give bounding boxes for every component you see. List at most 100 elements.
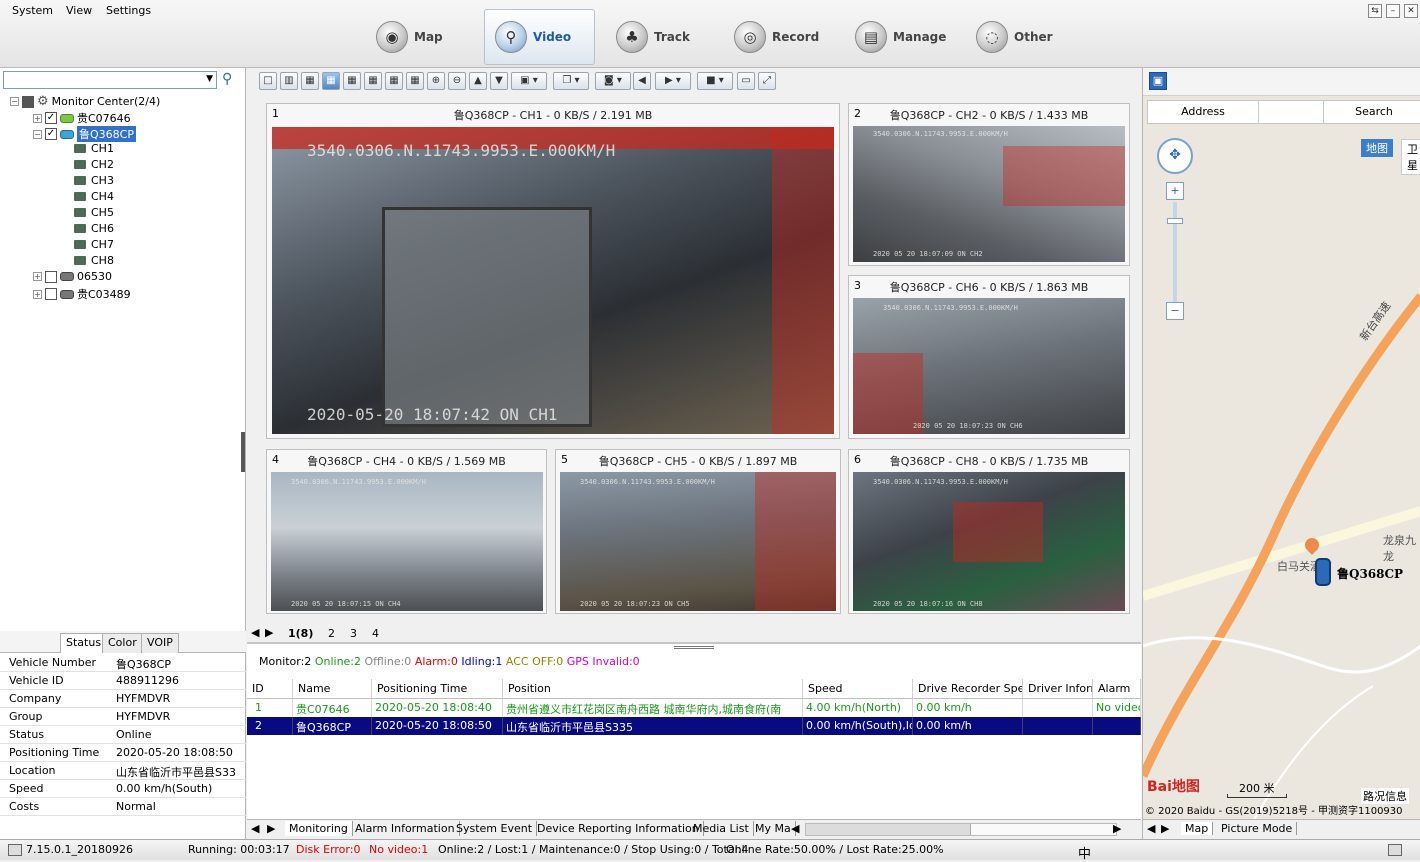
column-header[interactable]: ID (247, 679, 293, 699)
zoom-out-icon[interactable]: ⊖ (448, 72, 466, 90)
search-button[interactable]: Search (1324, 105, 1420, 118)
checkbox[interactable]: ✓ (45, 112, 57, 124)
zoom-slider-thumb[interactable] (1167, 218, 1183, 224)
tab-picture-mode[interactable]: Picture Mode (1217, 822, 1298, 835)
count-gps-invalid[interactable]: GPS Invalid:0 (567, 655, 640, 668)
expand-icon[interactable]: + (33, 113, 42, 123)
layout-9-icon[interactable]: ▦ (364, 72, 382, 90)
minimize-icon[interactable]: – (1386, 4, 1400, 18)
tab-page-3[interactable]: 3 (345, 626, 362, 641)
tab-monitoring[interactable]: Monitoring (285, 821, 353, 836)
nav-record-button[interactable]: ◎ Record (724, 9, 829, 65)
column-header[interactable]: Position (503, 679, 803, 699)
tray-icon[interactable] (1388, 844, 1402, 856)
tree-channel[interactable]: CH7 (74, 238, 114, 251)
layout-8-icon[interactable]: ▦ (343, 72, 361, 90)
snapshot-camera-icon[interactable]: ◙ ▾ (595, 72, 631, 90)
save-icon[interactable]: ▣ (1149, 72, 1167, 90)
tab-status[interactable]: Status (60, 633, 108, 653)
horizontal-scrollbar[interactable] (805, 823, 1117, 836)
tree-channel[interactable]: CH6 (74, 222, 114, 235)
fullscreen-icon[interactable]: ⤢ (758, 72, 776, 90)
window-dropdown-icon[interactable]: ❐ ▾ (553, 72, 589, 90)
layout-4-icon[interactable]: ▦ (301, 72, 319, 90)
column-header[interactable]: Positioning Time (372, 679, 503, 699)
map-canvas[interactable] (1143, 126, 1420, 839)
tab-scroll-icon[interactable]: ◀ (791, 822, 799, 835)
stop-dropdown-icon[interactable]: ■ ▾ (697, 72, 733, 90)
pan-control-icon[interactable]: ✥ (1157, 138, 1193, 174)
tab-my-map[interactable]: My Ma (751, 821, 796, 836)
tree-channel[interactable]: CH2 (74, 158, 114, 171)
nav-other-button[interactable]: ◌ Other (966, 9, 1063, 65)
column-header[interactable]: Speed (803, 679, 913, 699)
splitter-handle[interactable] (674, 646, 714, 649)
tab-page-2[interactable]: 2 (323, 626, 340, 641)
next-tab-icon[interactable]: ▶ (1161, 822, 1169, 835)
close-icon[interactable]: ✕ (1404, 4, 1418, 18)
monitor-icon[interactable]: ▭ (737, 72, 755, 90)
page-down-icon[interactable]: ▼ (490, 72, 508, 90)
tree-vehicle[interactable]: + ✓ 贵C07646 (33, 110, 131, 126)
tree-root[interactable]: − ⚙ Monitor Center(2/4) (10, 94, 160, 109)
tab-device-reporting[interactable]: Device Reporting Information (533, 821, 704, 836)
count-alarm[interactable]: Alarm:0 (415, 655, 458, 668)
tree-vehicle-selected[interactable]: − ✓ 鲁Q368CP (33, 126, 136, 142)
prev-page-icon[interactable]: ◀ (251, 626, 259, 639)
tab-system-event[interactable]: System Event (452, 821, 538, 836)
zoom-out-button[interactable]: − (1166, 302, 1184, 320)
layout-1-icon[interactable]: □ (259, 72, 277, 90)
video-pane-3[interactable]: 3 鲁Q368CP - CH6 - 0 KB/S / 1.863 MB 3540… (848, 275, 1130, 439)
nav-map-button[interactable]: ◉ Map (366, 9, 453, 65)
splitter-handle[interactable] (241, 432, 245, 472)
checkbox[interactable] (22, 95, 34, 108)
column-header[interactable]: Driver Inform (1023, 679, 1093, 699)
tab-map[interactable]: Map (1181, 822, 1214, 835)
video-pane-1[interactable]: 1 鲁Q368CP - CH1 - 0 KB/S / 2.191 MB 3540… (266, 103, 840, 439)
prev-tab-icon[interactable]: ◀ (1147, 822, 1155, 835)
next-page-icon[interactable]: ▶ (265, 626, 273, 639)
zoom-in-button[interactable]: + (1166, 182, 1184, 200)
column-header[interactable]: Drive Recorder Speed (913, 679, 1023, 699)
video-pane-6[interactable]: 6 鲁Q368CP - CH8 - 0 KB/S / 1.735 MB 3540… (848, 449, 1130, 614)
next-tab-icon[interactable]: ▶ (267, 822, 275, 835)
mute-icon[interactable]: ◀ (633, 72, 651, 90)
collapse-icon[interactable]: − (33, 129, 42, 139)
menu-settings[interactable]: Settings (106, 4, 151, 17)
address-input[interactable] (1258, 101, 1324, 123)
chevron-down-icon[interactable]: ▼ (206, 74, 213, 84)
video-pane-5[interactable]: 5 鲁Q368CP - CH5 - 0 KB/S / 1.897 MB 3540… (555, 449, 841, 614)
map-type-satellite[interactable]: 卫星 (1401, 139, 1420, 175)
tab-page-1[interactable]: 1(8) (283, 626, 318, 641)
expand-icon[interactable]: + (33, 289, 42, 299)
tree-channel[interactable]: CH8 (74, 254, 114, 267)
menu-system[interactable]: System (12, 4, 53, 17)
checkbox[interactable] (45, 270, 57, 283)
column-header[interactable]: Alarm (1093, 679, 1141, 699)
nav-track-button[interactable]: ♣ Track (606, 9, 700, 65)
layout-16-icon[interactable]: ▦ (406, 72, 424, 90)
tree-channel[interactable]: CH1 (74, 142, 114, 155)
video-pane-2[interactable]: 2 鲁Q368CP - CH2 - 0 KB/S / 1.433 MB 3540… (848, 103, 1130, 266)
video-pane-4[interactable]: 4 鲁Q368CP - CH4 - 0 KB/S / 1.569 MB 3540… (266, 449, 547, 614)
count-online[interactable]: Online:2 (315, 655, 361, 668)
tab-alarm-information[interactable]: Alarm Information (351, 821, 460, 836)
collapse-icon[interactable]: − (10, 97, 19, 106)
device-search-input[interactable]: ▼ (3, 71, 217, 89)
count-acc-off[interactable]: ACC OFF:0 (506, 655, 563, 668)
vehicle-marker-icon[interactable] (1315, 558, 1331, 586)
layout-10-icon[interactable]: ▦ (385, 72, 403, 90)
zoom-slider[interactable] (1173, 202, 1177, 302)
stretch-dropdown-icon[interactable]: ▣ ▾ (511, 72, 547, 90)
zoom-in-icon[interactable]: ⊕ (427, 72, 445, 90)
tree-channel[interactable]: CH5 (74, 206, 114, 219)
layout-6-icon[interactable]: ▦ (322, 72, 340, 90)
map-type-map[interactable]: 地图 (1361, 139, 1393, 157)
restore-icon[interactable]: ⇆ (1368, 4, 1382, 18)
nav-manage-button[interactable]: ▤ Manage (845, 9, 956, 65)
menu-view[interactable]: View (66, 4, 92, 17)
tree-vehicle[interactable]: + 06530 (33, 270, 112, 283)
tree-channel[interactable]: CH4 (74, 190, 114, 203)
count-idling[interactable]: Idling:1 (461, 655, 502, 668)
tab-media-list[interactable]: Media List (689, 821, 754, 836)
